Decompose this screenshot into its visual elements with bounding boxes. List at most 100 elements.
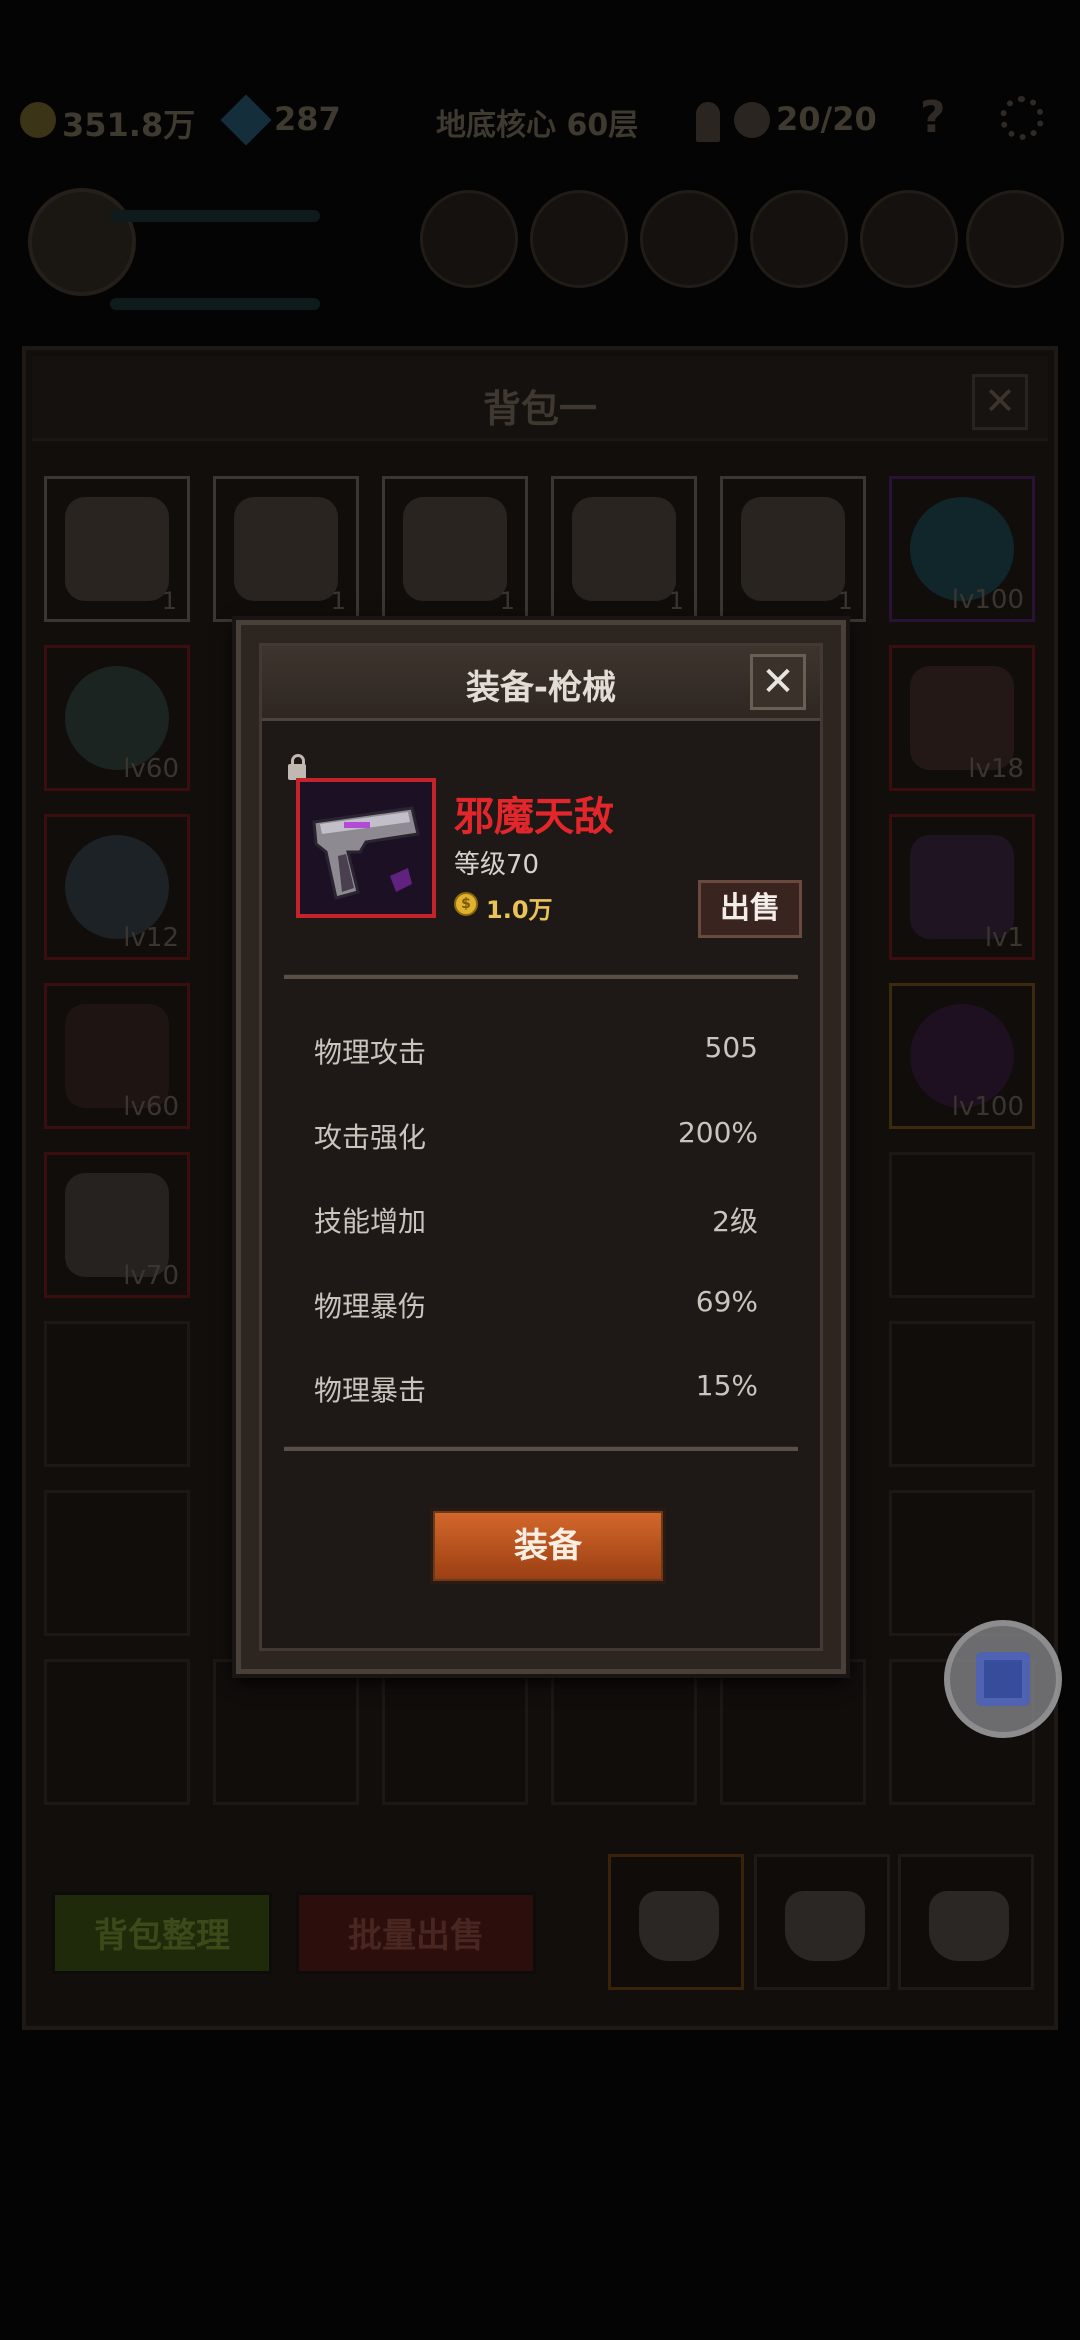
item-level: lv70 (123, 1261, 179, 1291)
panel-close-button[interactable]: ✕ (972, 374, 1028, 430)
inventory-slot[interactable]: lv100 (889, 983, 1035, 1129)
gem-icon (220, 94, 272, 146)
stat-label: 物理暴伤 (314, 1290, 427, 1323)
skill-slot-6[interactable] (966, 190, 1064, 288)
gold-coin-icon (20, 102, 56, 138)
hp-bar (110, 210, 320, 222)
item-count: 1 (837, 587, 853, 615)
stat-row: 物理暴伤 69% (314, 1285, 758, 1325)
stat-value: 200% (677, 1116, 758, 1149)
stat-label: 技能增加 (314, 1205, 427, 1238)
skill-slot-4[interactable] (750, 190, 848, 288)
empty-slot[interactable] (720, 1659, 866, 1805)
empty-slot[interactable] (44, 1321, 190, 1467)
stat-label: 物理攻击 (314, 1036, 427, 1069)
item-level: lv12 (123, 923, 179, 953)
top-hud: 351.8万 287 地底核心 60层 20/20 ? (0, 80, 1080, 160)
item-level: lv1 (984, 923, 1024, 953)
skill-slot-2[interactable] (530, 190, 628, 288)
help-icon[interactable]: ? (920, 92, 946, 143)
floating-assistant-button[interactable] (944, 1620, 1062, 1738)
item-image-frame (296, 778, 436, 918)
empty-slot[interactable] (889, 1490, 1035, 1636)
inventory-slot[interactable]: lv1 (889, 814, 1035, 960)
cake-item-icon (234, 497, 338, 601)
divider-bottom (284, 1446, 798, 1451)
cake-item-icon (572, 497, 676, 601)
item-name: 邪魔天敌 (454, 794, 614, 840)
skill-slot-1[interactable] (420, 190, 518, 288)
empty-slot[interactable] (213, 1659, 359, 1805)
inventory-slot[interactable]: 1 (213, 476, 359, 622)
inventory-slot[interactable]: lv18 (889, 645, 1035, 791)
item-level: lv100 (951, 585, 1024, 615)
inventory-slot[interactable]: lv60 (44, 645, 190, 791)
item-level: lv18 (968, 754, 1024, 784)
keys-count: 20/20 (776, 100, 877, 138)
backpack-tab-3[interactable] (898, 1854, 1034, 1990)
cake-item-icon (403, 497, 507, 601)
stat-value: 2级 (712, 1205, 758, 1238)
bulk-sell-button[interactable]: 批量出售 (296, 1892, 536, 1974)
item-level: lv100 (951, 1092, 1024, 1122)
inventory-slot[interactable]: 1 (720, 476, 866, 622)
backpack-tab-1[interactable] (608, 1854, 744, 1990)
gold-amount: 351.8万 (62, 106, 196, 144)
cake-item-icon (741, 497, 845, 601)
player-avatar[interactable] (28, 188, 136, 296)
pistol-icon (300, 782, 432, 914)
backpack-icon (929, 1891, 1009, 1961)
player-status-row (0, 180, 1080, 330)
stat-row: 攻击强化 200% (314, 1116, 758, 1156)
inventory-slot[interactable]: lv70 (44, 1152, 190, 1298)
dialog-body: 装备-枪械 ✕ 邪魔天敌 等级70 $ 1.0万 出售 物理攻击 505 攻击强… (259, 643, 823, 1651)
stat-label: 攻击强化 (314, 1121, 427, 1154)
inventory-slot[interactable]: 1 (44, 476, 190, 622)
item-sell-price: 1.0万 (486, 896, 553, 924)
empty-slot[interactable] (44, 1659, 190, 1805)
dialog-header: 装备-枪械 ✕ (262, 646, 820, 721)
item-level-requirement: 等级70 (454, 850, 540, 880)
skill-slot-5[interactable] (860, 190, 958, 288)
empty-slot[interactable] (382, 1659, 528, 1805)
empty-slot[interactable] (44, 1490, 190, 1636)
inventory-slot[interactable]: lv100 (889, 476, 1035, 622)
stat-label: 物理暴击 (314, 1374, 427, 1407)
item-count: 1 (161, 587, 177, 615)
item-detail-dialog: 装备-枪械 ✕ 邪魔天敌 等级70 $ 1.0万 出售 物理攻击 505 攻击强… (236, 620, 846, 1674)
sort-backpack-button[interactable]: 背包整理 (52, 1892, 272, 1974)
panel-header: 背包一 ✕ (32, 356, 1048, 441)
cake-item-icon (65, 497, 169, 601)
gold-coin-icon: $ (454, 892, 478, 916)
skull-icon (734, 102, 770, 138)
inventory-slot[interactable]: 1 (551, 476, 697, 622)
stat-row: 物理攻击 505 (314, 1031, 758, 1071)
item-count: 1 (668, 587, 684, 615)
settings-gear-icon[interactable] (1000, 96, 1044, 140)
backpack-icon (785, 1891, 865, 1961)
empty-slot[interactable] (551, 1659, 697, 1805)
empty-slot[interactable] (889, 1152, 1035, 1298)
gem-amount: 287 (274, 100, 341, 138)
equip-button[interactable]: 装备 (430, 1508, 666, 1584)
inventory-slot[interactable]: lv60 (44, 983, 190, 1129)
sell-button[interactable]: 出售 (698, 880, 802, 938)
inventory-slot[interactable]: 1 (382, 476, 528, 622)
cube-icon (976, 1652, 1030, 1706)
stat-row: 技能增加 2级 (314, 1200, 758, 1240)
skill-slot-3[interactable] (640, 190, 738, 288)
backpack-icon (639, 1891, 719, 1961)
item-count: 1 (499, 587, 515, 615)
item-count: 1 (330, 587, 346, 615)
panel-title: 背包一 (482, 387, 597, 431)
stat-value: 69% (695, 1285, 758, 1318)
dialog-close-button[interactable]: ✕ (750, 654, 806, 710)
backpack-tab-2[interactable] (754, 1854, 890, 1990)
key-icon (696, 102, 720, 142)
stat-value: 505 (704, 1031, 758, 1064)
location-label: 地底核心 60层 (436, 108, 639, 143)
item-level: lv60 (123, 1092, 179, 1122)
empty-slot[interactable] (889, 1321, 1035, 1467)
divider-top (284, 974, 798, 979)
inventory-slot[interactable]: lv12 (44, 814, 190, 960)
